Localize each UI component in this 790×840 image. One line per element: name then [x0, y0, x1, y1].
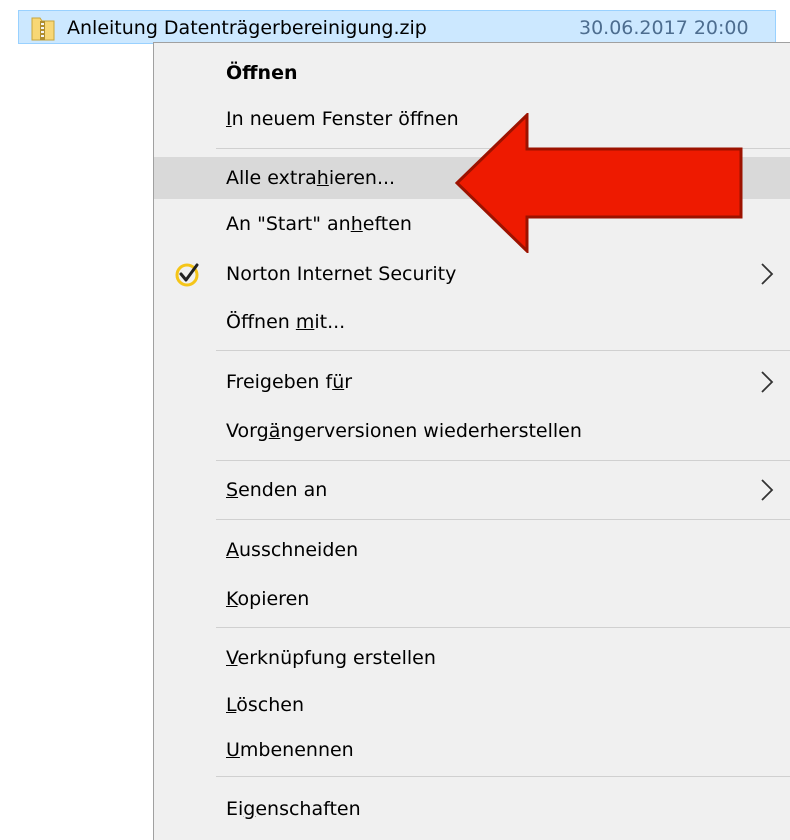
- norton-check-icon: [174, 261, 200, 287]
- red-annotation-arrow: [455, 113, 743, 253]
- menu-separator: [216, 776, 790, 777]
- menu-item-label: Senden an: [226, 479, 328, 501]
- menu-separator: [216, 519, 790, 520]
- menu-item-norton[interactable]: Norton Internet Security: [154, 253, 790, 295]
- menu-item-open[interactable]: Öffnen: [154, 52, 790, 94]
- menu-item-label: Eigenschaften: [226, 798, 361, 820]
- menu-item-label: Umbenennen: [226, 739, 354, 761]
- file-modified-date: 30.06.2017 20:00: [579, 17, 749, 39]
- menu-item-label: Öffnen mit...: [226, 311, 346, 333]
- chevron-right-icon: [760, 262, 774, 286]
- menu-item-send-to[interactable]: Senden an: [154, 469, 790, 511]
- screenshot-stage: Anleitung Datenträgerbereinigung.zip 30.…: [0, 0, 790, 840]
- menu-item-cut[interactable]: Ausschneiden: [154, 529, 790, 571]
- menu-item-copy[interactable]: Kopieren: [154, 578, 790, 620]
- menu-item-label: Verknüpfung erstellen: [226, 647, 436, 669]
- menu-item-label: An "Start" anheften: [226, 213, 412, 235]
- menu-item-label: Norton Internet Security: [226, 263, 457, 285]
- menu-separator: [216, 460, 790, 461]
- menu-item-label: Vorgängerversionen wiederherstellen: [226, 420, 582, 442]
- menu-separator: [216, 627, 790, 628]
- menu-item-label: Öffnen: [226, 62, 298, 84]
- menu-item-label: In neuem Fenster öffnen: [226, 108, 459, 130]
- menu-item-open-with[interactable]: Öffnen mit...: [154, 301, 790, 343]
- chevron-right-icon: [760, 478, 774, 502]
- chevron-right-icon: [760, 370, 774, 394]
- file-list-row[interactable]: Anleitung Datenträgerbereinigung.zip 30.…: [18, 10, 776, 44]
- menu-item-properties[interactable]: Eigenschaften: [154, 788, 790, 830]
- menu-item-rename[interactable]: Umbenennen: [154, 729, 790, 771]
- menu-item-share-with[interactable]: Freigeben für: [154, 361, 790, 403]
- menu-item-label: Kopieren: [226, 588, 310, 610]
- menu-item-label: Alle extrahieren...: [226, 167, 396, 189]
- menu-item-label: Ausschneiden: [226, 539, 359, 561]
- zip-folder-icon: [31, 15, 55, 41]
- menu-item-delete[interactable]: Löschen: [154, 684, 790, 726]
- menu-item-create-shortcut[interactable]: Verknüpfung erstellen: [154, 637, 790, 679]
- menu-separator: [216, 350, 790, 351]
- menu-item-restore-previous[interactable]: Vorgängerversionen wiederherstellen: [154, 410, 790, 452]
- menu-item-label: Löschen: [226, 694, 305, 716]
- file-name: Anleitung Datenträgerbereinigung.zip: [67, 17, 427, 39]
- menu-item-label: Freigeben für: [226, 371, 353, 393]
